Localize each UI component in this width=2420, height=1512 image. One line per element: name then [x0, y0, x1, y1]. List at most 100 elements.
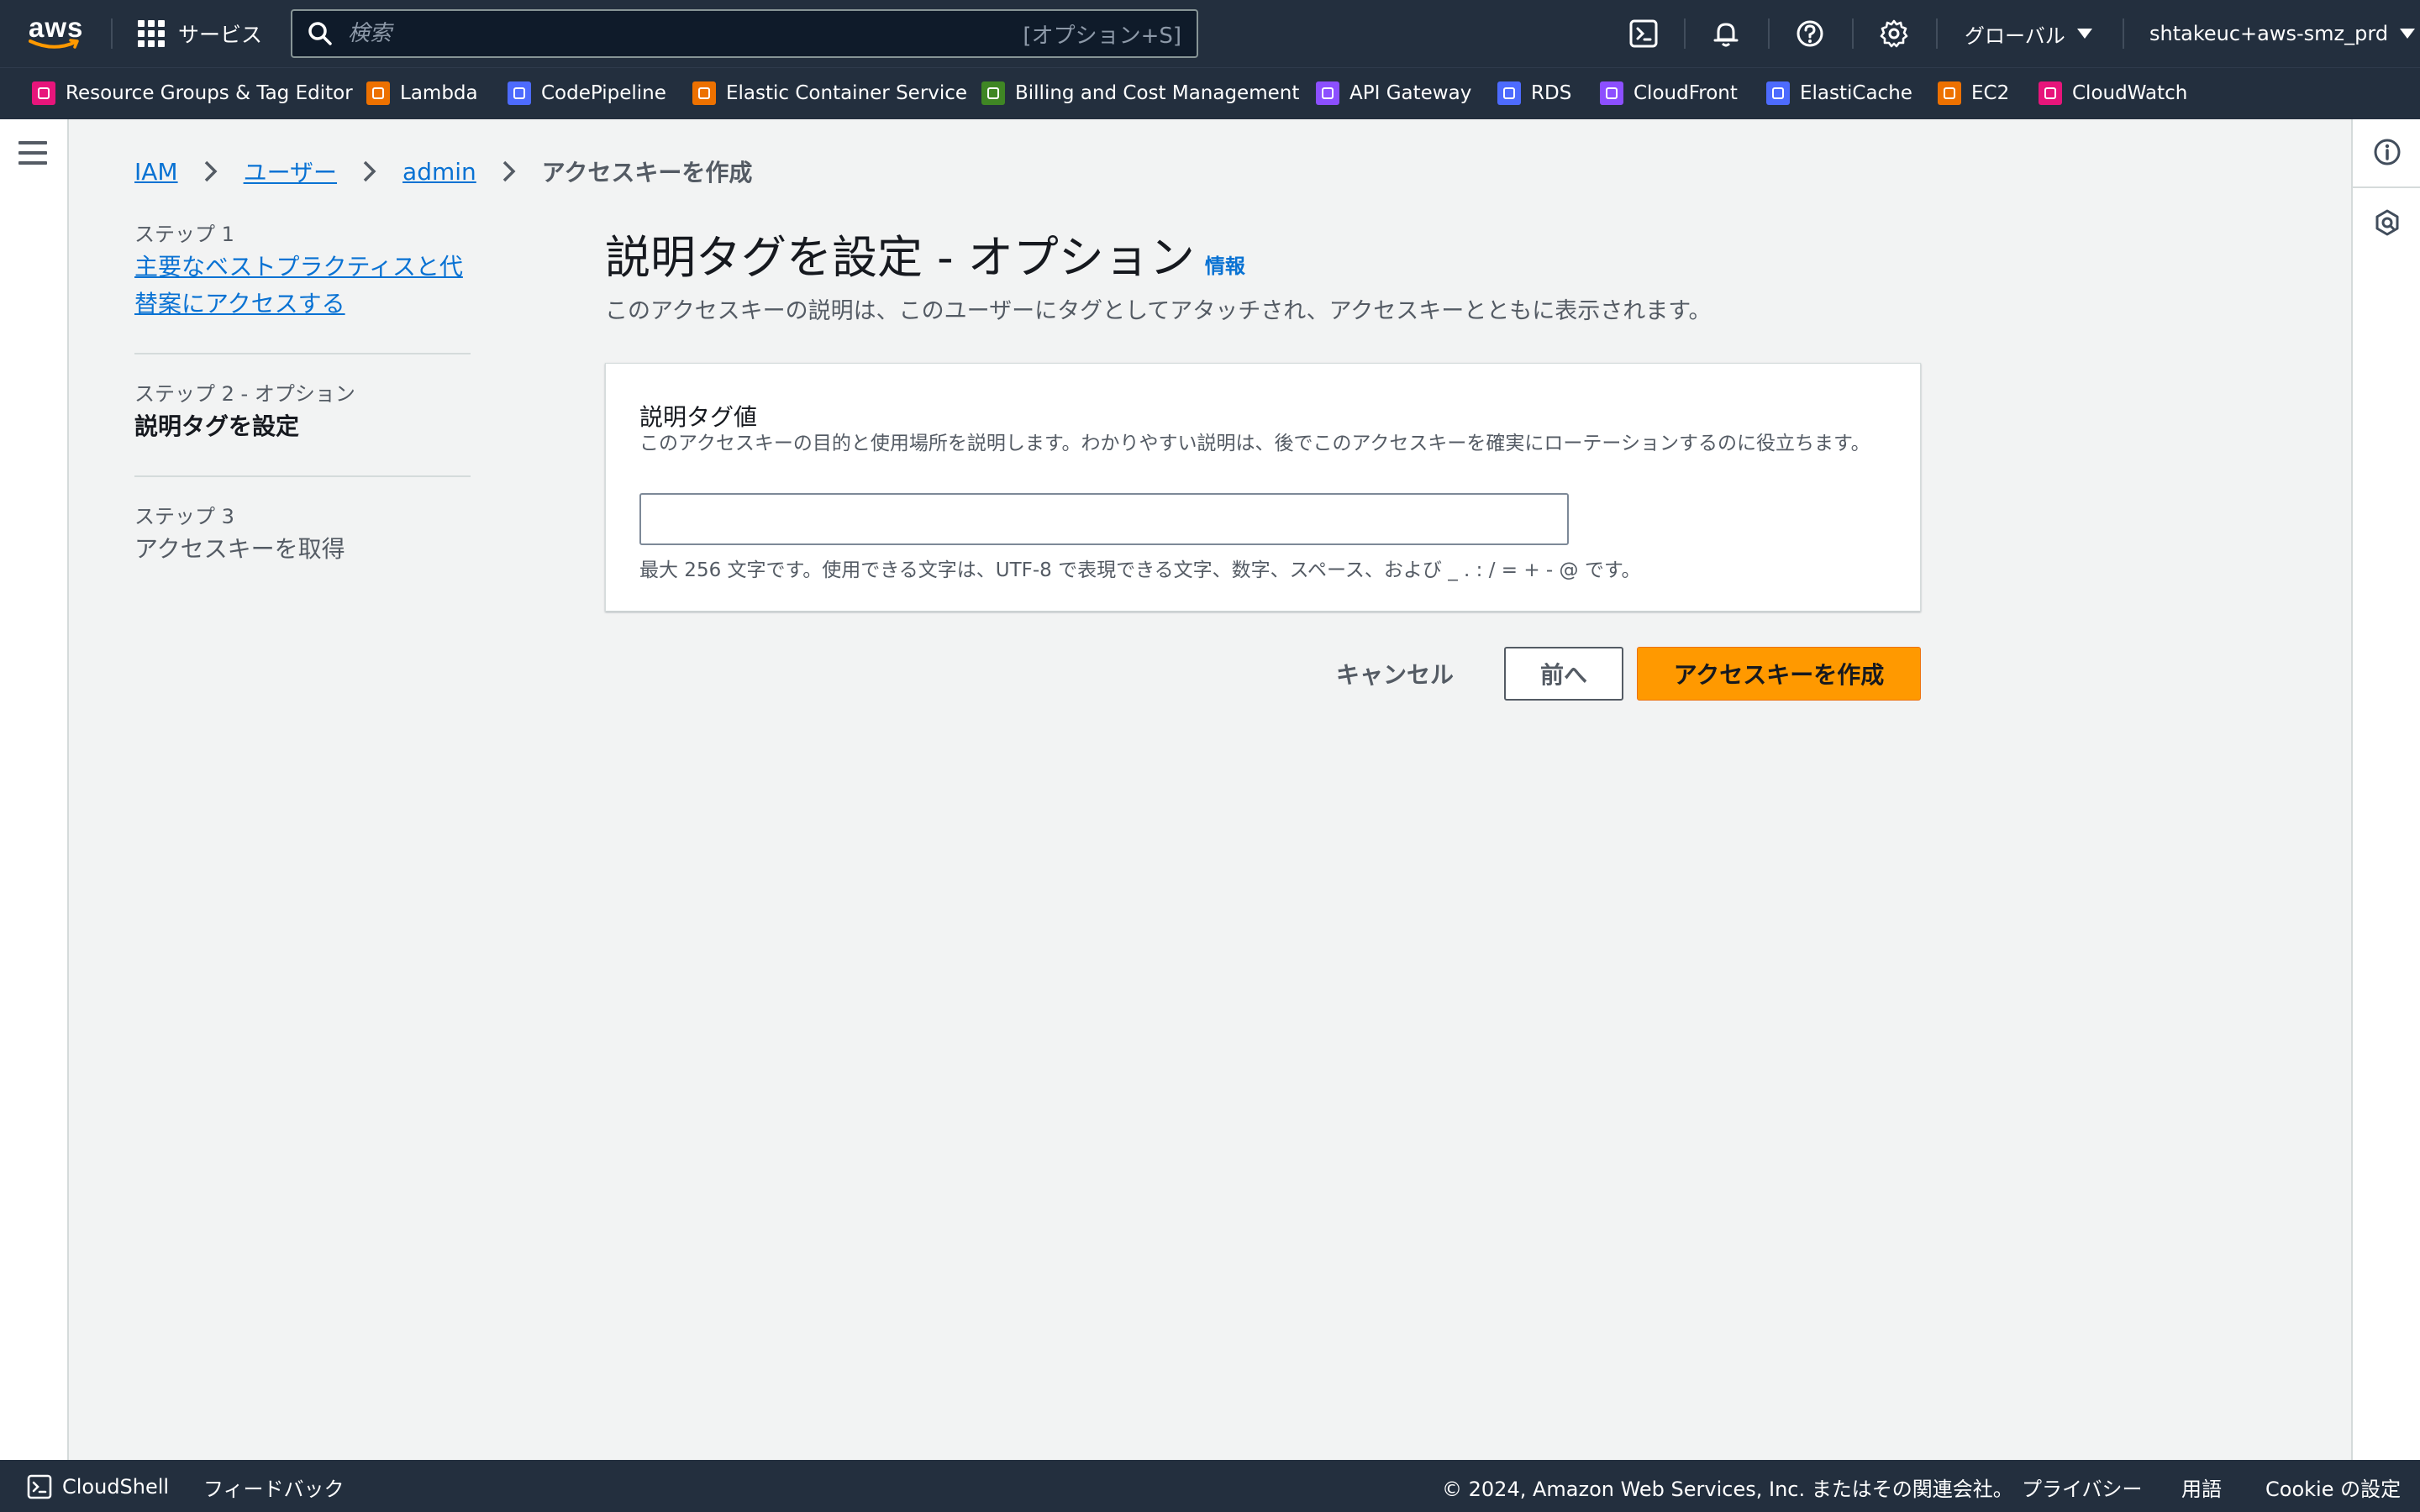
search-box[interactable]: [オプション+S]: [291, 9, 1198, 58]
region-selector[interactable]: グローバル: [1965, 17, 2092, 50]
ecs-icon: [692, 81, 716, 105]
search-icon: [308, 22, 332, 45]
footer: CloudShell フィードバック © 2024, Amazon Web Se…: [0, 1460, 2420, 1512]
breadcrumb-iam[interactable]: IAM: [134, 158, 178, 186]
favorite-elasticache[interactable]: ElastiCache: [1766, 80, 1912, 107]
aws-logo[interactable]: aws: [29, 12, 84, 54]
wizard-step-1: ステップ 1 主要なベストプラクティスと代 替案にアクセスする: [134, 220, 471, 353]
favorite-label: EC2: [1971, 82, 2010, 104]
step-1-link[interactable]: 主要なベストプラクティスと代 替案にアクセスする: [134, 249, 471, 323]
nav-divider: [2123, 18, 2124, 49]
cloudshell-button[interactable]: CloudShell: [27, 1473, 169, 1500]
cloudshell-icon[interactable]: [1627, 17, 1660, 50]
hamburger-menu-icon[interactable]: [18, 141, 47, 166]
step-3-title: アクセスキーを取得: [134, 535, 345, 563]
account-menu[interactable]: shtakeuc+aws-smz_prd: [2149, 17, 2416, 50]
favorite-billing[interactable]: Billing and Cost Management: [981, 80, 1299, 107]
favorites-bar: Resource Groups & Tag Editor Lambda Code…: [0, 67, 2420, 119]
description-tag-card: 説明タグ値 このアクセスキーの目的と使用場所を説明します。わかりやすい説明は、後…: [605, 363, 1921, 612]
bell-icon[interactable]: [1709, 17, 1743, 50]
api-gateway-icon: [1316, 81, 1339, 105]
favorite-codepipeline[interactable]: CodePipeline: [508, 80, 666, 107]
wizard-step-2: ステップ 2 - オプション 説明タグを設定: [134, 354, 471, 475]
codepipeline-icon: [508, 81, 531, 105]
step-number: ステップ 3: [134, 505, 234, 528]
favorite-cloudwatch[interactable]: CloudWatch: [2039, 80, 2187, 107]
help-icon[interactable]: [1793, 17, 1827, 50]
favorite-label: Lambda: [400, 82, 478, 104]
right-rail: [2351, 119, 2420, 1460]
region-label: グローバル: [1965, 24, 2065, 48]
previous-button[interactable]: 前へ: [1504, 647, 1623, 701]
favorite-label: ElastiCache: [1800, 82, 1912, 104]
create-access-key-button[interactable]: アクセスキーを作成: [1637, 647, 1921, 701]
favorite-ec2[interactable]: EC2: [1938, 80, 2009, 107]
aws-logo-text: aws: [29, 12, 84, 43]
field-description: このアクセスキーの目的と使用場所を説明します。わかりやすい説明は、後でこのアクセ…: [639, 433, 1870, 454]
search-input[interactable]: [348, 21, 1023, 46]
favorite-resource-groups[interactable]: Resource Groups & Tag Editor: [32, 80, 353, 107]
cloudwatch-icon: [2039, 81, 2062, 105]
amazon-q-icon[interactable]: [2371, 207, 2403, 239]
cancel-button[interactable]: キャンセル: [1328, 647, 1462, 701]
billing-icon: [981, 81, 1005, 105]
page-description: このアクセスキーの説明は、このユーザーにタグとしてアタッチされ、アクセスキーとと…: [605, 298, 1712, 324]
breadcrumb-current: アクセスキーを作成: [541, 159, 753, 186]
wizard-step-3: ステップ 3 アクセスキーを取得: [134, 477, 471, 568]
nav-divider: [1768, 18, 1770, 49]
step-title-line: 替案にアクセスする: [134, 290, 345, 318]
top-navigation: aws サービス [オプション+S]: [0, 0, 2420, 67]
feedback-link[interactable]: フィードバック: [203, 1473, 345, 1501]
ec2-icon: [1938, 81, 1961, 105]
resource-groups-icon: [32, 81, 55, 105]
nav-divider: [1684, 18, 1686, 49]
favorite-lambda[interactable]: Lambda: [366, 80, 478, 107]
favorite-api-gateway[interactable]: API Gateway: [1316, 80, 1471, 107]
breadcrumb: IAM ユーザー admin アクセスキーを作成: [134, 155, 752, 188]
caret-down-icon: [2400, 29, 2416, 39]
page-title: 説明タグを設定 - オプション: [605, 231, 1195, 284]
step-number: ステップ 1: [134, 223, 234, 246]
step-number: ステップ 2 - オプション: [134, 382, 355, 406]
services-label: サービス: [178, 23, 263, 47]
info-link[interactable]: 情報: [1205, 249, 1245, 279]
favorite-label: CloudWatch: [2072, 82, 2188, 104]
nav-divider: [1936, 18, 1938, 49]
favorite-label: RDS: [1531, 82, 1572, 104]
account-label: shtakeuc+aws-smz_prd: [2149, 22, 2389, 45]
favorite-ecs[interactable]: Elastic Container Service: [692, 80, 967, 107]
favorite-label: API Gateway: [1349, 82, 1472, 104]
step-title-line: 主要なベストプラクティスと代: [134, 253, 463, 281]
favorite-label: CloudFront: [1634, 82, 1738, 104]
nav-divider: [1852, 18, 1854, 49]
cookie-settings-link[interactable]: Cookie の設定: [2265, 1473, 2401, 1501]
description-tag-input[interactable]: [639, 493, 1569, 545]
grid-icon: [138, 20, 165, 47]
caret-down-icon: [2076, 29, 2092, 39]
info-panel-icon[interactable]: [2371, 136, 2403, 168]
step-2-title: 説明タグを設定: [134, 412, 300, 440]
favorite-label: Elastic Container Service: [726, 82, 968, 104]
elasticache-icon: [1766, 81, 1790, 105]
breadcrumb-users[interactable]: ユーザー: [244, 155, 337, 188]
wizard-steps: ステップ 1 主要なベストプラクティスと代 替案にアクセスする ステップ 2 -…: [134, 220, 471, 568]
page-header: 説明タグを設定 - オプション 情報: [605, 220, 1245, 284]
chevron-right-icon: [362, 160, 377, 183]
favorite-label: Resource Groups & Tag Editor: [66, 82, 353, 104]
chevron-right-icon: [502, 160, 517, 183]
rail-divider: [2353, 186, 2420, 188]
favorite-rds[interactable]: RDS: [1497, 80, 1571, 107]
favorite-cloudfront[interactable]: CloudFront: [1600, 80, 1738, 107]
search-shortcut-hint: [オプション+S]: [1023, 23, 1181, 49]
cloudshell-icon: [27, 1474, 52, 1499]
lambda-icon: [366, 81, 390, 105]
settings-icon[interactable]: [1877, 17, 1911, 50]
field-constraint-text: 最大 256 文字です。使用できる文字は、UTF-8 で表現できる文字、数字、ス…: [639, 559, 1641, 581]
privacy-link[interactable]: プライバシー: [2022, 1473, 2143, 1501]
cloudfront-icon: [1600, 81, 1623, 105]
terms-link[interactable]: 用語: [2181, 1473, 2222, 1501]
cloudshell-label: CloudShell: [62, 1475, 170, 1499]
nav-divider: [111, 18, 113, 49]
services-menu-button[interactable]: サービス: [138, 13, 262, 54]
breadcrumb-admin[interactable]: admin: [402, 158, 476, 186]
